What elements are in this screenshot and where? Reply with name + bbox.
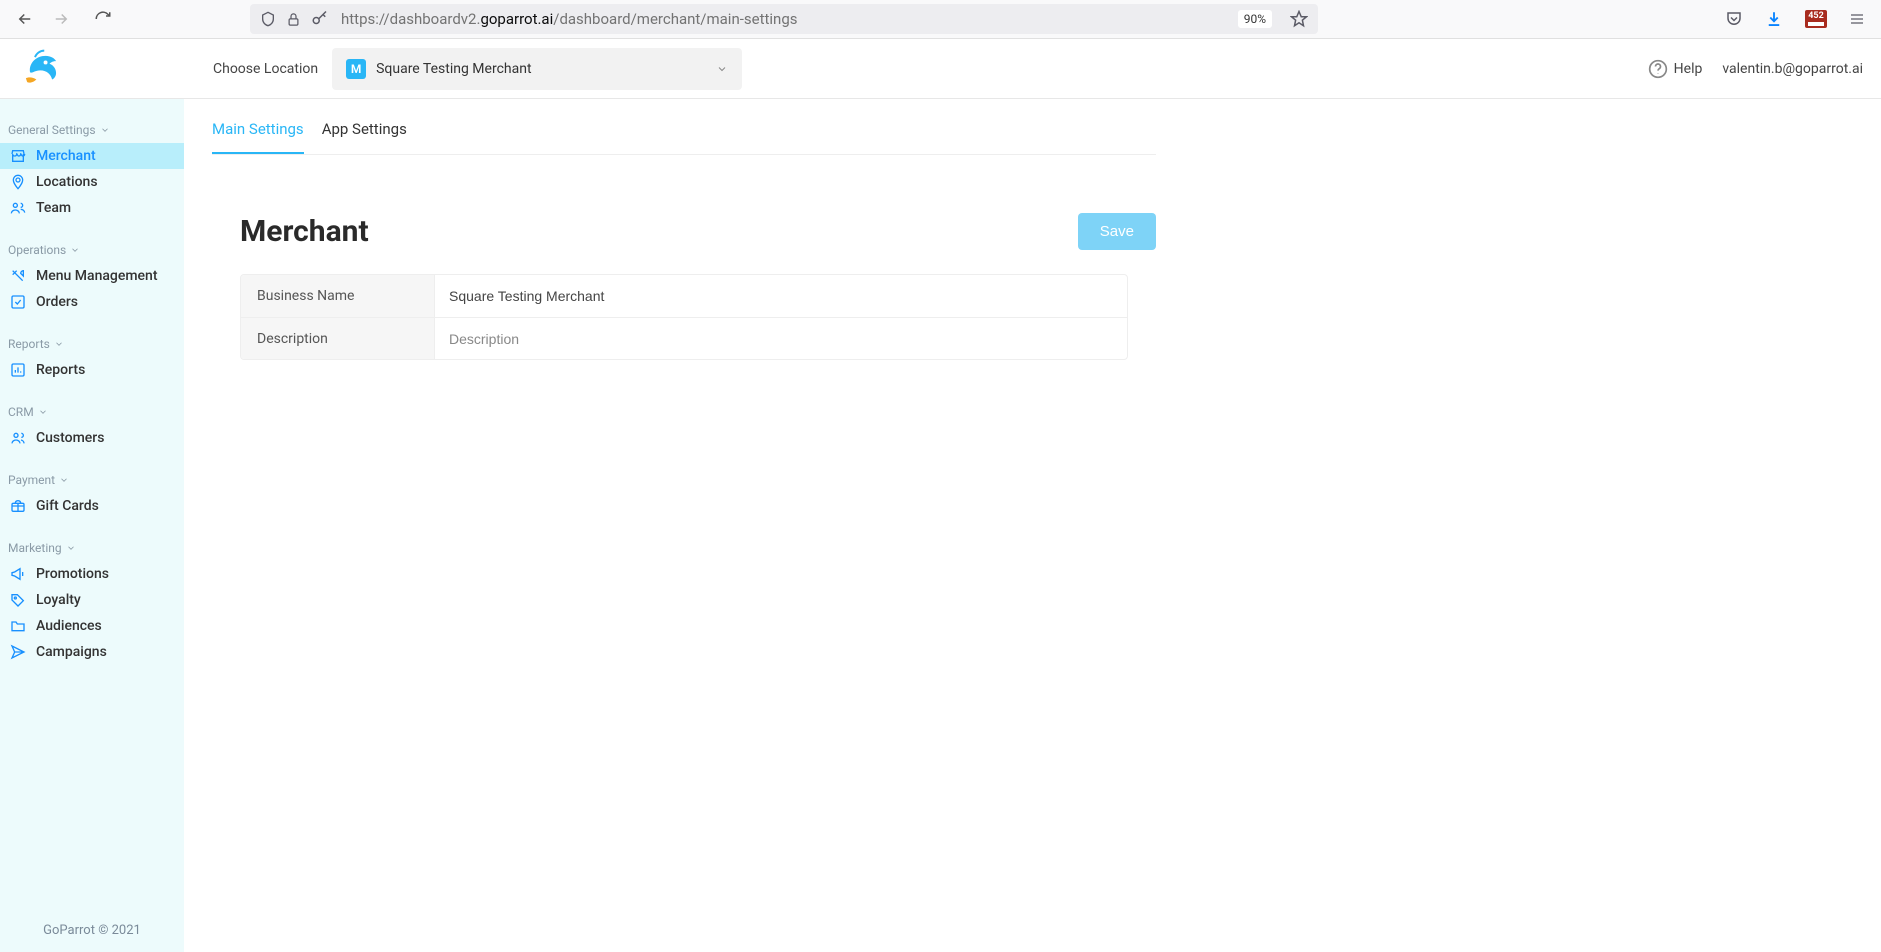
- sidebar-item-label: Reports: [36, 362, 85, 378]
- sidebar-item-loyalty[interactable]: Loyalty: [0, 587, 184, 613]
- app-header: Choose Location M Square Testing Merchan…: [0, 39, 1881, 99]
- extension-badge[interactable]: 452: [1805, 10, 1827, 28]
- megaphone-icon: [10, 566, 26, 582]
- tab-app-settings[interactable]: App Settings: [322, 120, 407, 154]
- sidebar-item-orders[interactable]: Orders: [0, 289, 184, 315]
- zoom-badge[interactable]: 90%: [1238, 10, 1272, 28]
- selected-location-text: Square Testing Merchant: [376, 61, 531, 77]
- browser-chrome: https://dashboardv2.goparrot.ai/dashboar…: [0, 0, 1881, 39]
- section-header-payment[interactable]: Payment: [0, 465, 184, 493]
- section-header-crm[interactable]: CRM: [0, 397, 184, 425]
- sidebar-item-label: Orders: [36, 294, 78, 310]
- location-badge: M: [346, 59, 366, 79]
- business-name-label: Business Name: [241, 275, 435, 317]
- sidebar-item-label: Merchant: [36, 148, 96, 164]
- goparrot-logo[interactable]: [18, 48, 60, 90]
- page-header-row: Merchant Save: [240, 213, 1156, 250]
- sidebar-item-reports[interactable]: Reports: [0, 357, 184, 383]
- sidebar-item-menu-management[interactable]: Menu Management: [0, 263, 184, 289]
- sidebar-item-locations[interactable]: Locations: [0, 169, 184, 195]
- save-button[interactable]: Save: [1078, 213, 1156, 250]
- sidebar-item-gift-cards[interactable]: Gift Cards: [0, 493, 184, 519]
- help-label: Help: [1674, 61, 1703, 77]
- user-email[interactable]: valentin.b@goparrot.ai: [1722, 61, 1863, 77]
- help-link[interactable]: Help: [1648, 59, 1703, 79]
- location-icon: [10, 174, 26, 190]
- team-icon: [10, 200, 26, 216]
- form-row-description: Description: [241, 317, 1127, 359]
- merchant-form: Business Name Description: [240, 274, 1128, 360]
- section-header-reports[interactable]: Reports: [0, 329, 184, 357]
- address-icons: [260, 10, 329, 28]
- main-content: Main Settings App Settings Merchant Save…: [184, 99, 1881, 952]
- reload-button[interactable]: [94, 10, 112, 28]
- bar-chart-icon: [10, 362, 26, 378]
- folder-icon: [10, 618, 26, 634]
- tag-icon: [10, 592, 26, 608]
- sidebar-item-customers[interactable]: Customers: [0, 425, 184, 451]
- sidebar-item-label: Team: [36, 200, 71, 216]
- section-header-general-settings[interactable]: General Settings: [0, 115, 184, 143]
- chrome-right: 452: [1725, 10, 1871, 28]
- sidebar-item-label: Promotions: [36, 566, 109, 582]
- hamburger-menu-icon[interactable]: [1849, 11, 1865, 27]
- key-icon[interactable]: [311, 10, 329, 28]
- lock-icon[interactable]: [286, 12, 301, 27]
- tab-main-settings[interactable]: Main Settings: [212, 120, 304, 154]
- description-input[interactable]: [449, 331, 1113, 347]
- form-row-business-name: Business Name: [241, 275, 1127, 317]
- sidebar-item-team[interactable]: Team: [0, 195, 184, 221]
- pocket-icon[interactable]: [1725, 10, 1743, 28]
- tabs: Main Settings App Settings: [212, 99, 1156, 155]
- sidebar-item-promotions[interactable]: Promotions: [0, 561, 184, 587]
- section-header-marketing[interactable]: Marketing: [0, 533, 184, 561]
- sidebar-item-label: Customers: [36, 430, 104, 446]
- check-square-icon: [10, 294, 26, 310]
- gift-card-icon: [10, 498, 26, 514]
- sidebar-item-label: Campaigns: [36, 644, 107, 660]
- location-selector[interactable]: M Square Testing Merchant: [332, 48, 742, 90]
- chevron-down-icon: [716, 63, 728, 75]
- shield-icon[interactable]: [260, 11, 276, 27]
- sidebar-item-label: Menu Management: [36, 268, 158, 284]
- description-label: Description: [241, 318, 435, 359]
- sidebar-item-campaigns[interactable]: Campaigns: [0, 639, 184, 665]
- url-path: /dashboard/merchant/main-settings: [553, 10, 797, 28]
- sidebar-item-label: Locations: [36, 174, 98, 190]
- sidebar-item-label: Gift Cards: [36, 498, 99, 514]
- help-icon: [1648, 59, 1668, 79]
- choose-location-label: Choose Location: [213, 61, 318, 77]
- section-header-operations[interactable]: Operations: [0, 235, 184, 263]
- address-bar[interactable]: https://dashboardv2.goparrot.ai/dashboar…: [250, 4, 1318, 34]
- send-icon: [10, 644, 26, 660]
- customers-icon: [10, 430, 26, 446]
- utensils-icon: [10, 268, 26, 284]
- logo-area: [18, 48, 213, 90]
- sidebar-item-label: Loyalty: [36, 592, 81, 608]
- forward-button[interactable]: [52, 10, 70, 28]
- bookmark-star-icon[interactable]: [1290, 10, 1308, 28]
- sidebar-item-label: Audiences: [36, 618, 102, 634]
- url-domain: goparrot.ai: [480, 10, 553, 28]
- sidebar: General Settings Merchant Locations Team Ope…: [0, 99, 184, 952]
- nav-arrows: [10, 10, 112, 28]
- download-icon[interactable]: [1765, 10, 1783, 28]
- page-title: Merchant: [240, 214, 369, 249]
- back-button[interactable]: [16, 10, 34, 28]
- sidebar-footer: GoParrot © 2021: [0, 911, 184, 952]
- url-text: https://dashboardv2.goparrot.ai/dashboar…: [341, 10, 1226, 28]
- header-right: Help valentin.b@goparrot.ai: [1648, 59, 1863, 79]
- url-prefix: https://dashboardv2.: [341, 10, 480, 28]
- sidebar-item-merchant[interactable]: Merchant: [0, 143, 184, 169]
- store-icon: [10, 148, 26, 164]
- sidebar-item-audiences[interactable]: Audiences: [0, 613, 184, 639]
- business-name-input[interactable]: [449, 288, 1113, 304]
